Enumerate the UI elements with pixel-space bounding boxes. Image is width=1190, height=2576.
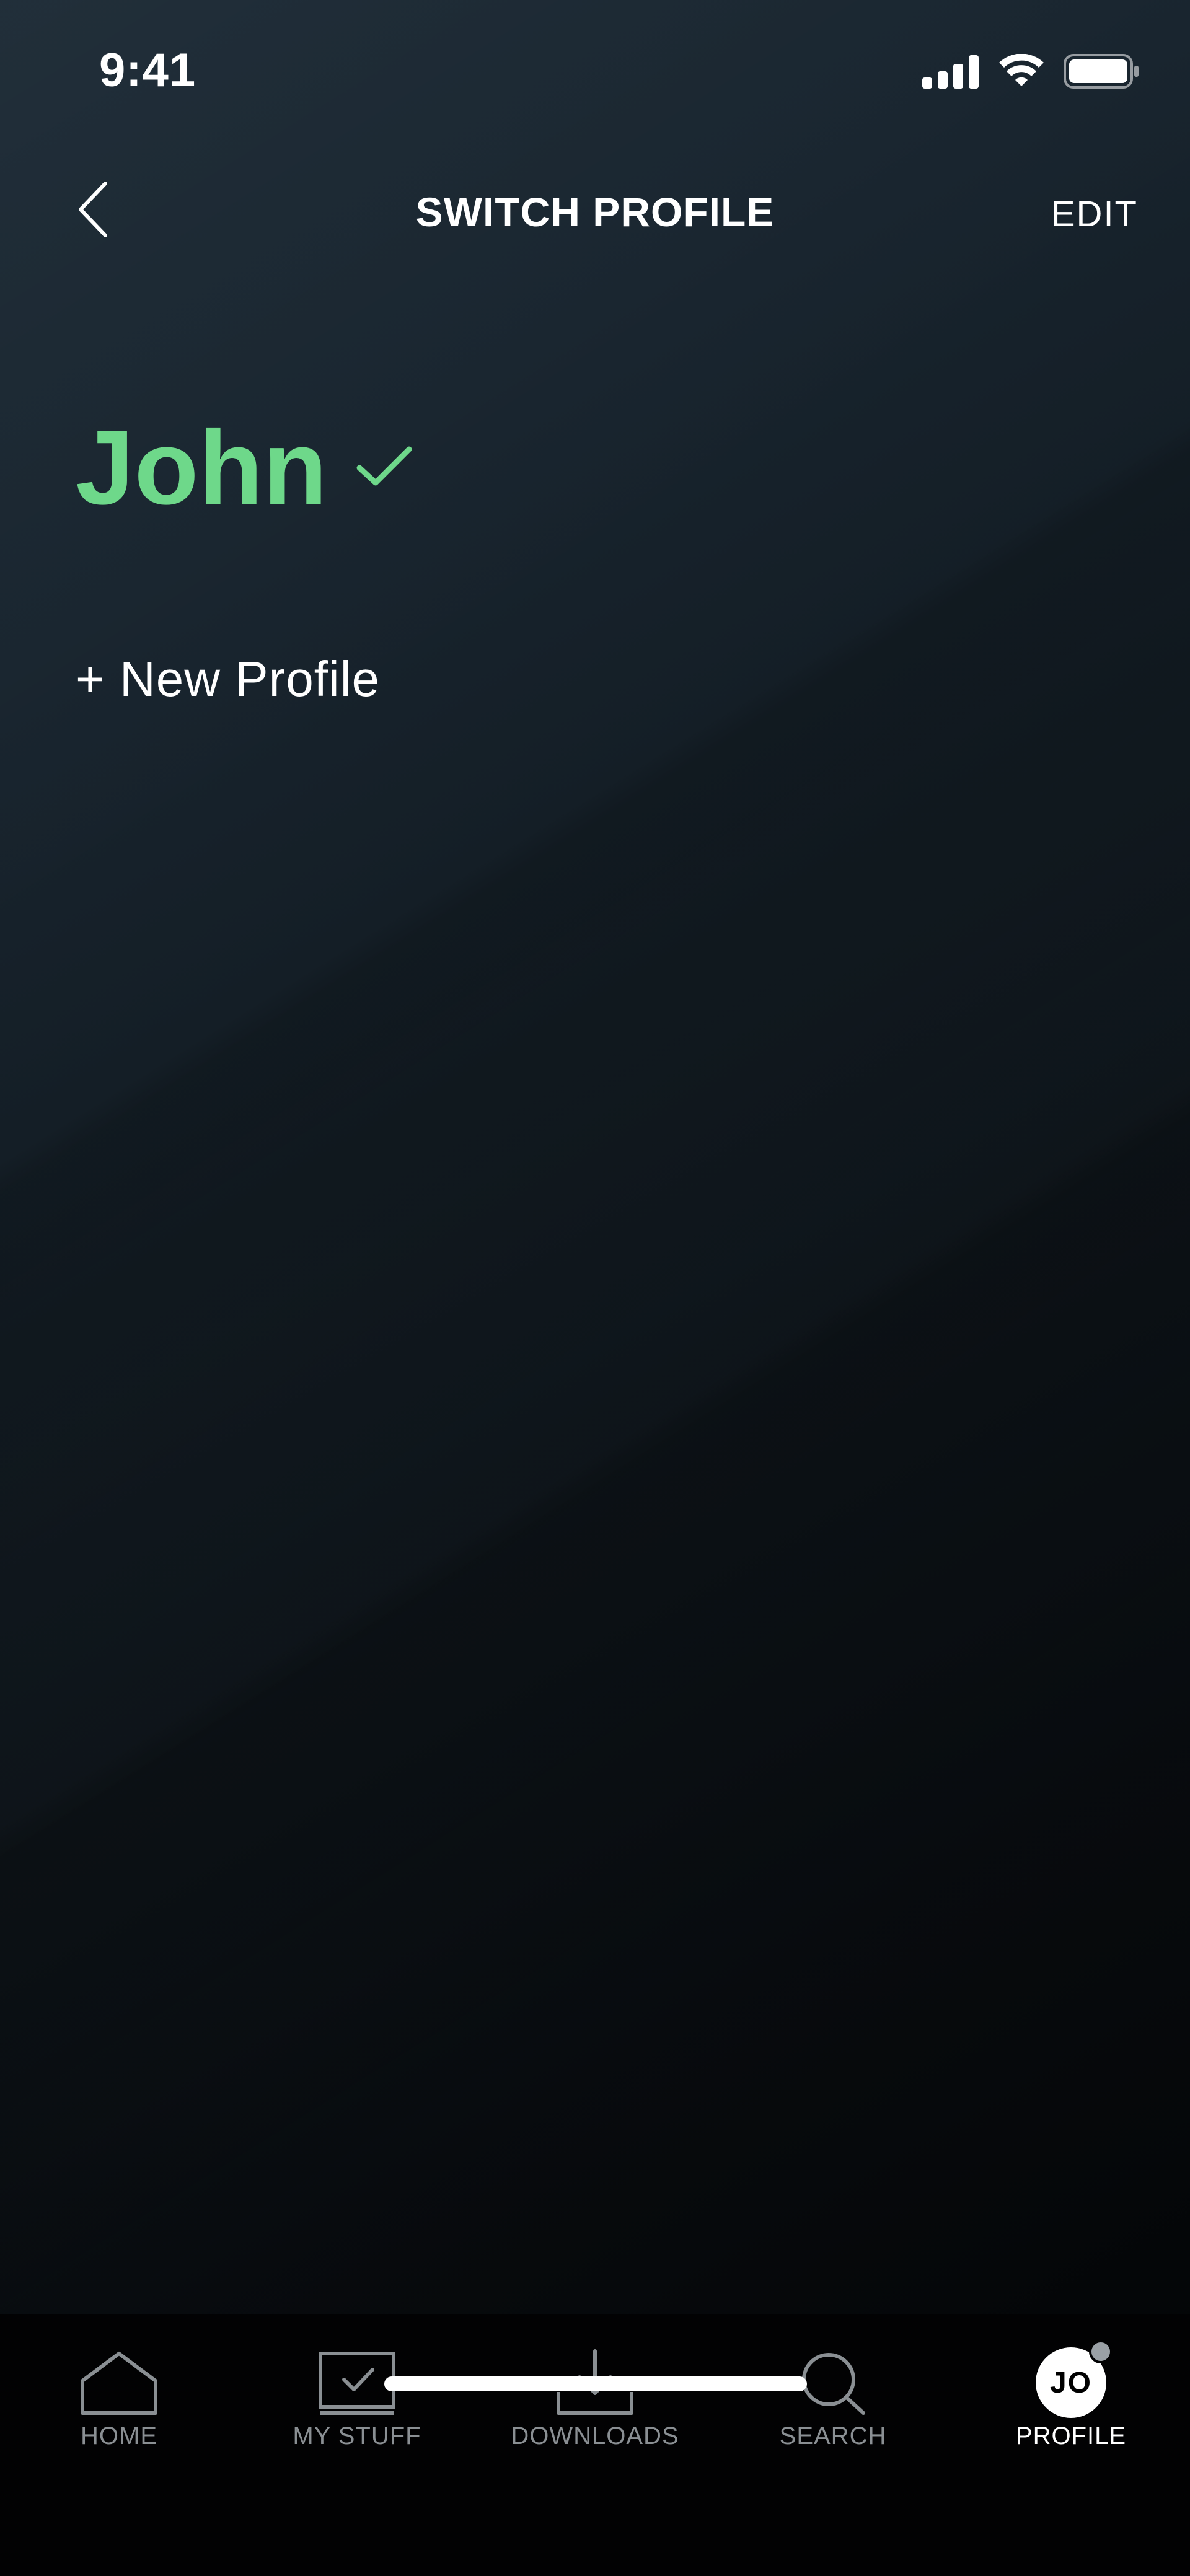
- tab-profile[interactable]: JO PROFILE: [952, 2340, 1190, 2482]
- tab-my-stuff[interactable]: MY STUFF: [238, 2345, 476, 2482]
- profile-tab-icon: JO: [1036, 2340, 1113, 2420]
- page-title: SWITCH PROFILE: [415, 189, 775, 235]
- tab-home[interactable]: HOME: [0, 2345, 238, 2482]
- checkmark-icon: [356, 444, 413, 492]
- profile-item-current[interactable]: John: [76, 415, 413, 521]
- status-bar: 9:41: [0, 0, 1190, 143]
- tab-bar: HOME MY STUFF DOWNLOADS SEARCH JO PROFIL…: [0, 2314, 1190, 2576]
- wifi-icon: [998, 53, 1045, 92]
- tab-label-home: HOME: [81, 2422, 157, 2450]
- tab-label-my-stuff: MY STUFF: [293, 2422, 421, 2450]
- switch-profile-screen: 9:41 SWITCH PROFILE EDIT John + New Prof…: [0, 0, 1190, 2576]
- home-indicator[interactable]: [384, 2376, 807, 2391]
- tab-downloads[interactable]: DOWNLOADS: [476, 2345, 714, 2482]
- new-profile-button[interactable]: + New Profile: [76, 651, 380, 708]
- avatar: JO: [1036, 2340, 1113, 2418]
- status-time: 9:41: [99, 44, 196, 97]
- tab-search[interactable]: SEARCH: [714, 2345, 952, 2482]
- tab-label-search: SEARCH: [779, 2422, 887, 2450]
- home-icon: [79, 2345, 159, 2420]
- notification-dot: [1089, 2340, 1113, 2363]
- navigation-bar: SWITCH PROFILE EDIT: [0, 161, 1190, 260]
- avatar-initials: JO: [1049, 2366, 1093, 2399]
- edit-button[interactable]: EDIT: [1051, 193, 1138, 235]
- signal-icon: [922, 54, 979, 92]
- status-icons: [922, 53, 1140, 92]
- profile-name: John: [76, 409, 328, 527]
- battery-icon: [1064, 53, 1140, 92]
- tab-label-downloads: DOWNLOADS: [511, 2422, 679, 2450]
- tab-label-profile: PROFILE: [1015, 2422, 1127, 2450]
